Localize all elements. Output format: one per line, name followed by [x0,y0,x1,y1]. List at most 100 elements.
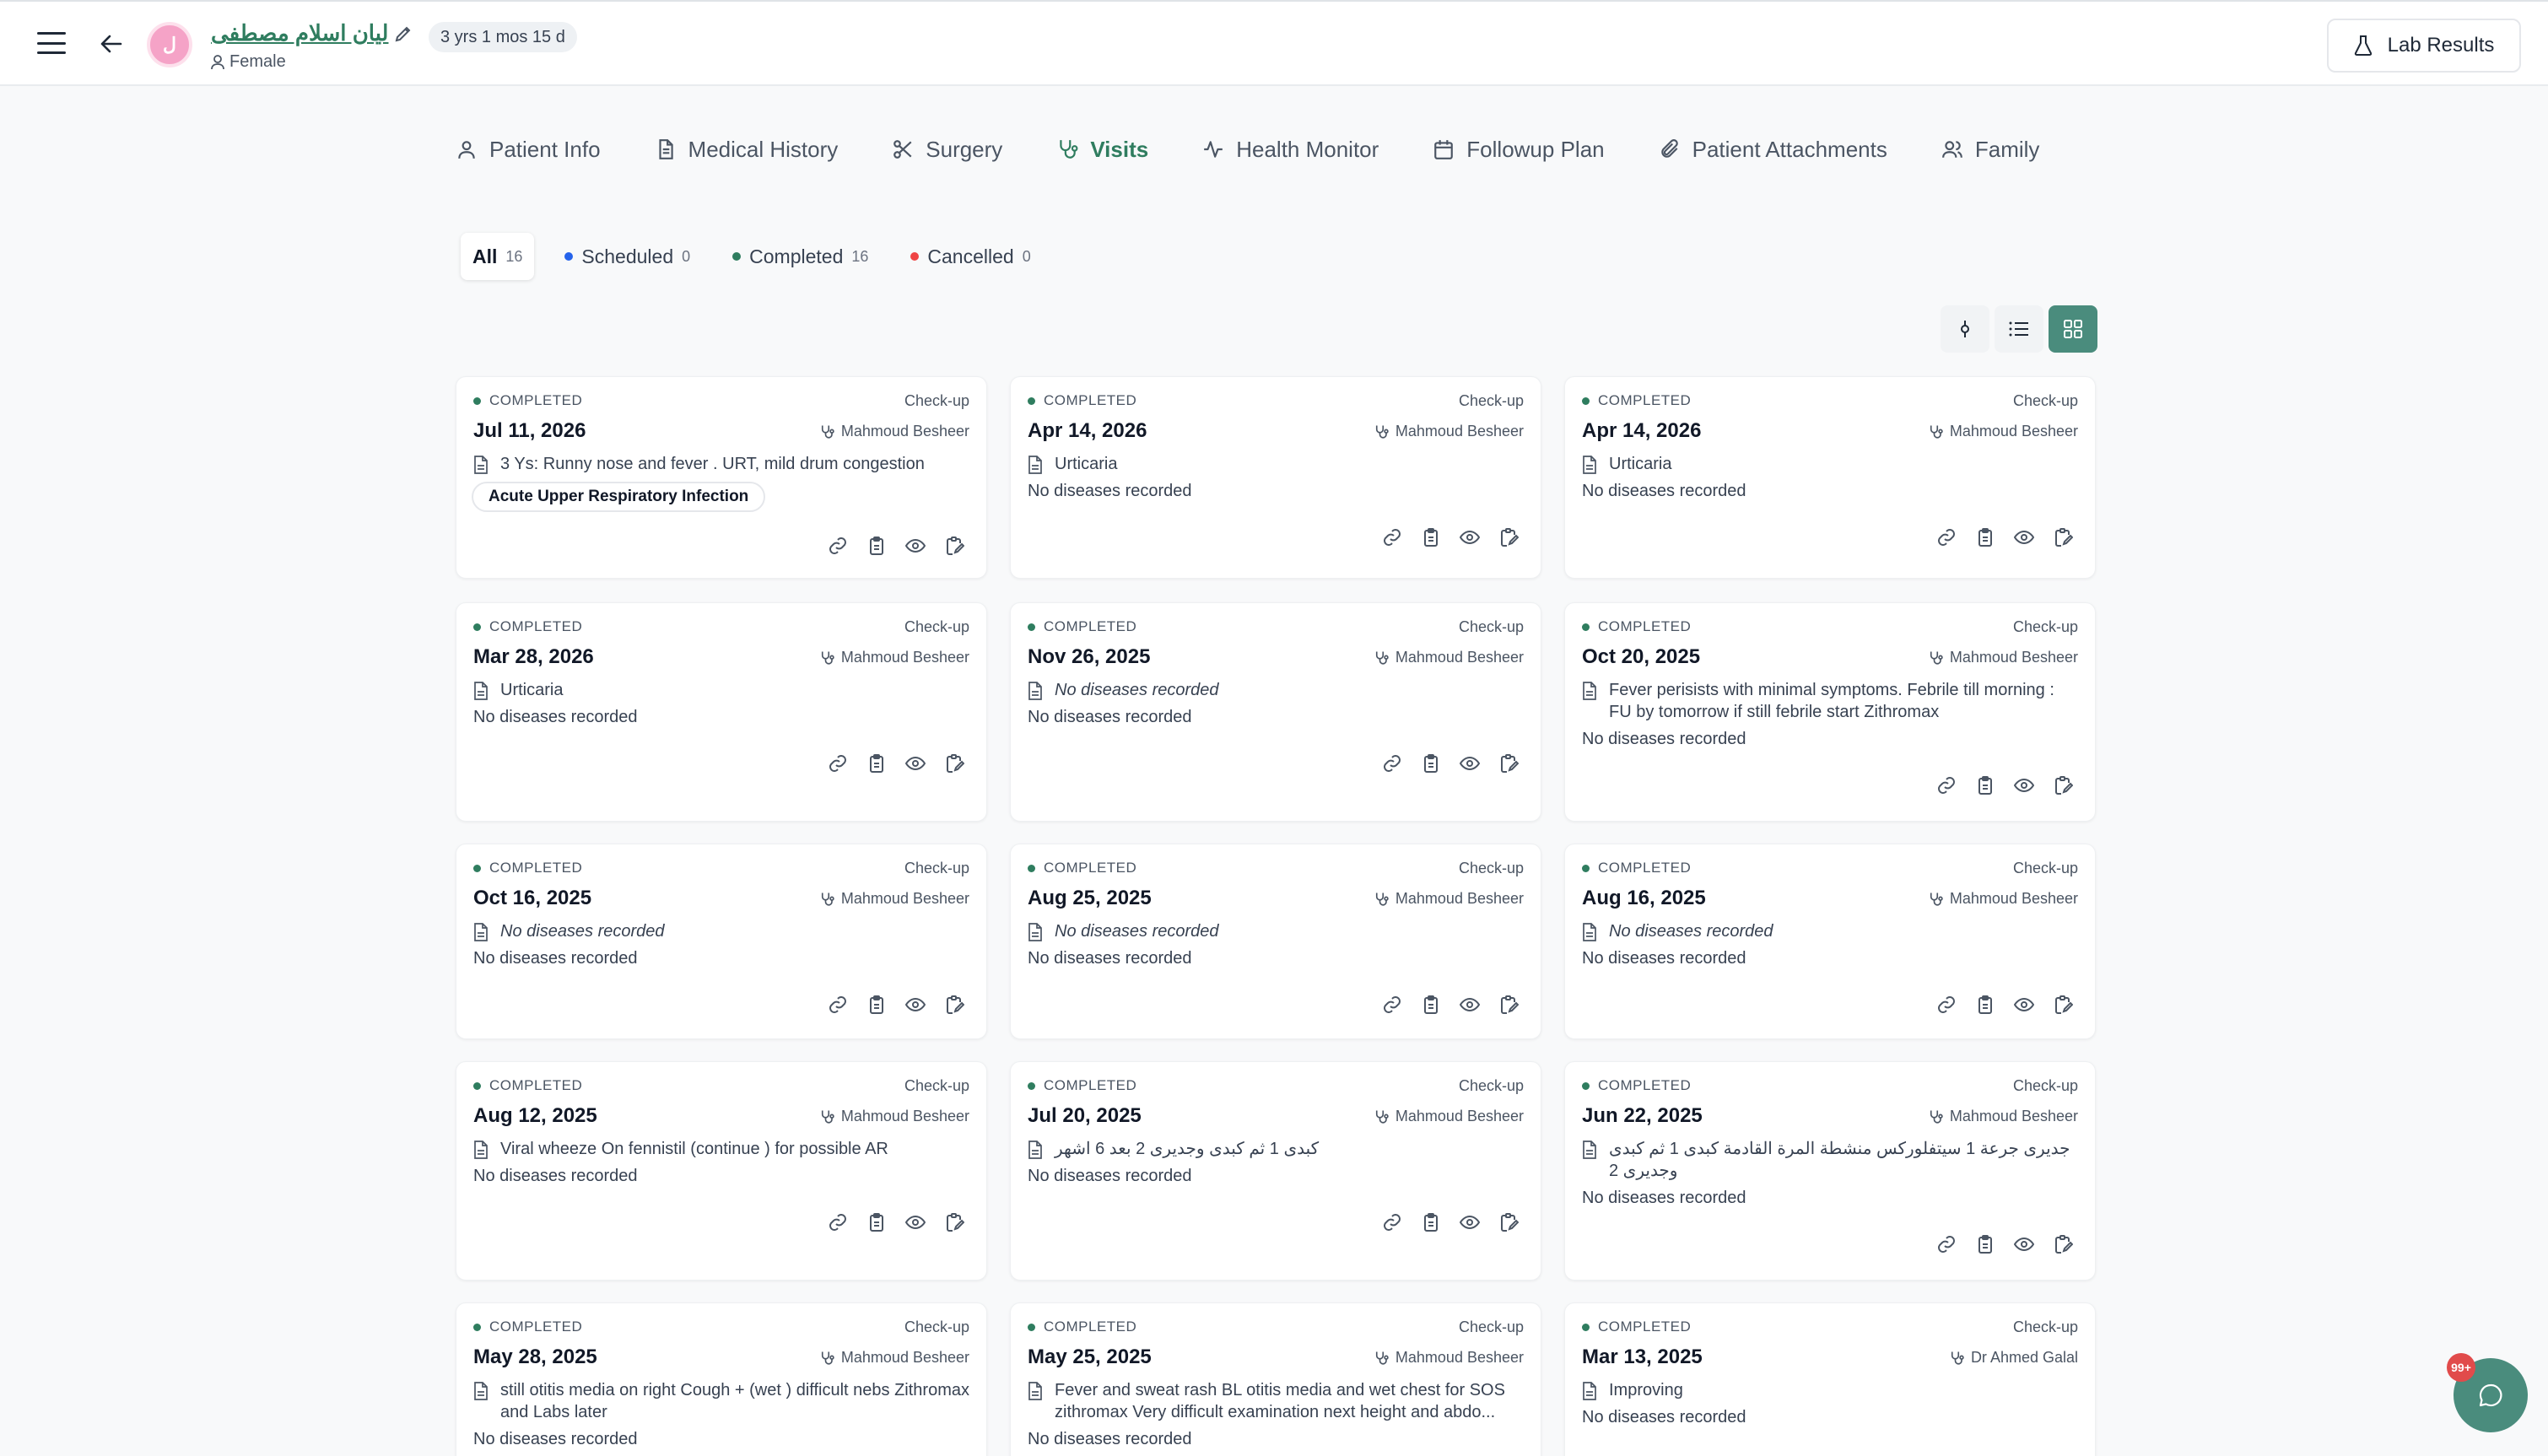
filter-completed[interactable]: Completed 16 [721,233,880,280]
visit-note: جديرى جرعة 1 سيتفلوركس منشطة المرة القاد… [1582,1138,2080,1182]
tab-followup-plan[interactable]: Followup Plan [1433,137,1605,163]
clipboard-icon[interactable] [866,536,887,556]
clipboard-icon[interactable] [1421,1212,1441,1232]
clipboard-icon[interactable] [866,995,887,1015]
link-icon[interactable] [1936,775,1957,795]
eye-icon[interactable] [905,753,926,774]
status-dot-icon [473,623,481,631]
clipboard-icon[interactable] [1421,527,1441,547]
link-icon[interactable] [828,753,848,774]
visit-card[interactable]: COMPLETED Check-up Oct 16, 2025 Mahmoud Bes… [456,844,987,1039]
eye-icon[interactable] [1460,753,1480,774]
visit-type: Check-up [1458,1318,1524,1335]
visit-card[interactable]: COMPLETED Check-up Oct 20, 2025 Mahmoud Bes… [1564,602,2096,822]
link-icon[interactable] [1382,527,1402,547]
visit-card[interactable]: COMPLETED Check-up May 28, 2025 Mahmoud Bes… [456,1302,987,1456]
status-dot-icon [564,252,574,261]
visit-type: Check-up [904,860,969,876]
back-arrow-icon[interactable] [94,27,128,61]
visit-date: Mar 13, 2025 [1582,1345,1703,1368]
status-badge: COMPLETED [1028,392,1136,409]
edit-clipboard-icon[interactable] [2053,527,2073,547]
lab-results-button[interactable]: Lab Results [2327,19,2521,73]
edit-clipboard-icon[interactable] [2053,1234,2073,1254]
document-icon [1582,1382,1597,1406]
visit-card[interactable]: COMPLETED Check-up Nov 26, 2025 Mahmoud Bes… [1010,602,1541,822]
edit-clipboard-icon[interactable] [1498,753,1519,774]
eye-icon[interactable] [905,536,926,556]
stethoscope-icon [1928,424,1943,439]
eye-icon[interactable] [2014,527,2034,547]
tab-family[interactable]: Family [1941,137,2039,163]
clipboard-icon[interactable] [1975,527,1995,547]
edit-clipboard-icon[interactable] [1498,1212,1519,1232]
edit-clipboard-icon[interactable] [1498,527,1519,547]
edit-clipboard-icon[interactable] [2053,775,2073,795]
visit-date: Jul 20, 2025 [1028,1104,1142,1127]
edit-clipboard-icon[interactable] [944,1212,964,1232]
filter-cancelled[interactable]: Cancelled 0 [899,233,1042,280]
tab-surgery[interactable]: Surgery [892,137,1002,163]
pencil-icon[interactable] [393,24,413,44]
link-icon[interactable] [1936,995,1957,1015]
link-icon[interactable] [828,1212,848,1232]
clipboard-icon[interactable] [866,1212,887,1232]
timeline-view-button[interactable] [1941,305,1989,353]
list-view-button[interactable] [1995,305,2043,353]
tab-medical-history[interactable]: Medical History [655,137,838,163]
clipboard-icon[interactable] [1975,995,1995,1015]
edit-clipboard-icon[interactable] [1498,995,1519,1015]
eye-icon[interactable] [1460,1212,1480,1232]
clipboard-icon[interactable] [1421,753,1441,774]
eye-icon[interactable] [905,995,926,1015]
document-icon [1582,923,1597,947]
scissors-icon [893,140,912,159]
visit-card[interactable]: COMPLETED Check-up Jun 22, 2025 Mahmoud Bes… [1564,1061,2096,1281]
link-icon[interactable] [828,536,848,556]
eye-icon[interactable] [1460,995,1480,1015]
status-dot-icon [1582,1081,1590,1090]
visit-date: Apr 14, 2026 [1028,419,1147,442]
tab-patient-attachments[interactable]: Patient Attachments [1659,137,1887,163]
eye-icon[interactable] [1460,527,1480,547]
doctor-name: Mahmoud Besheer [1928,890,2078,908]
menu-icon[interactable] [37,32,66,54]
tab-visits[interactable]: Visits [1056,137,1148,163]
tab-patient-info[interactable]: Patient Info [456,137,601,163]
visit-card[interactable]: COMPLETED Check-up Aug 16, 2025 Mahmoud Bes… [1564,844,2096,1039]
visit-card[interactable]: COMPLETED Check-up Apr 14, 2026 Mahmoud Bes… [1564,376,2096,579]
visit-card[interactable]: COMPLETED Check-up Apr 14, 2026 Mahmoud Bes… [1010,376,1541,579]
link-icon[interactable] [1936,527,1957,547]
edit-clipboard-icon[interactable] [944,536,964,556]
visit-card[interactable]: COMPLETED Check-up Aug 12, 2025 Mahmoud Bes… [456,1061,987,1281]
clipboard-icon[interactable] [1975,1234,1995,1254]
eye-icon[interactable] [2014,1234,2034,1254]
visit-card[interactable]: COMPLETED Check-up Jul 20, 2025 Mahmoud Bes… [1010,1061,1541,1281]
filter-all[interactable]: All 16 [461,233,535,280]
edit-clipboard-icon[interactable] [2053,995,2073,1015]
clipboard-icon[interactable] [866,753,887,774]
visit-card[interactable]: COMPLETED Check-up Mar 28, 2026 Mahmoud Bes… [456,602,987,822]
clipboard-icon[interactable] [1975,775,1995,795]
eye-icon[interactable] [905,1212,926,1232]
edit-clipboard-icon[interactable] [944,995,964,1015]
patient-name-link[interactable]: ليان اسلام مصطفى [211,20,388,46]
grid-view-button[interactable] [2049,305,2097,353]
link-icon[interactable] [1382,1212,1402,1232]
eye-icon[interactable] [2014,995,2034,1015]
visit-card[interactable]: COMPLETED Check-up Aug 25, 2025 Mahmoud Bes… [1010,844,1541,1039]
clipboard-icon[interactable] [1421,995,1441,1015]
edit-clipboard-icon[interactable] [944,753,964,774]
eye-icon[interactable] [2014,775,2034,795]
visit-card[interactable]: COMPLETED Check-up Mar 13, 2025 Dr Ahmed Ga… [1564,1302,2096,1456]
link-icon[interactable] [828,995,848,1015]
link-icon[interactable] [1382,995,1402,1015]
filter-scheduled[interactable]: Scheduled 0 [553,233,702,280]
tab-health-monitor[interactable]: Health Monitor [1202,137,1379,163]
visit-card[interactable]: COMPLETED Check-up Jul 11, 2026 Mahmoud Bes… [456,376,987,579]
visit-card[interactable]: COMPLETED Check-up May 25, 2025 Mahmoud Bes… [1010,1302,1541,1456]
link-icon[interactable] [1936,1234,1957,1254]
link-icon[interactable] [1382,753,1402,774]
visit-note: Fever and sweat rash BL otitis media and… [1028,1379,1525,1423]
visit-note: كبدى 1 ثم كبدى وجديرى 2 بعد 6 اشهر [1028,1138,1525,1165]
